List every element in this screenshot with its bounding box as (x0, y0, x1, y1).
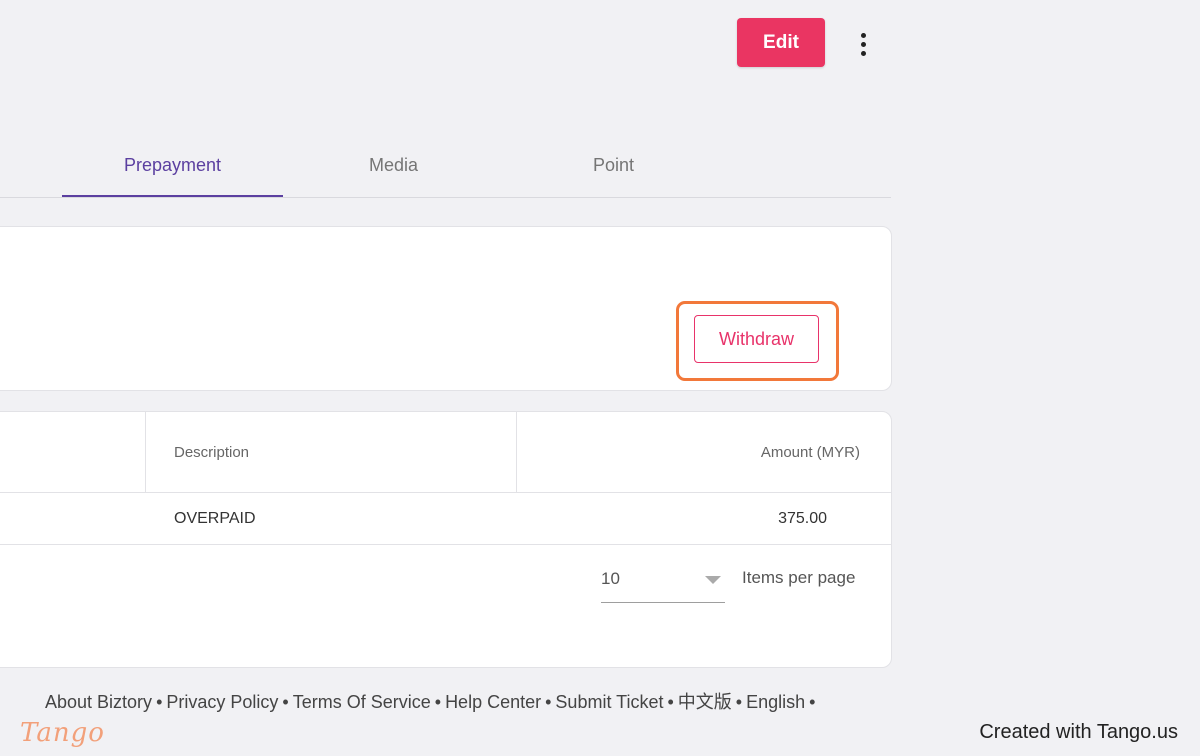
footer-links: About Biztory • Privacy Policy • Terms Of Se… (45, 688, 819, 712)
table-row[interactable]: OVERPAID 375.00 (0, 493, 891, 545)
more-vertical-icon[interactable] (850, 28, 876, 60)
table-header: Description Amount (MYR) (0, 412, 891, 493)
footer-separator: • (434, 692, 442, 712)
tab-bar: Prepayment Media Point (0, 135, 891, 198)
tab-point[interactable]: Point (503, 135, 724, 195)
cell-description: OVERPAID (174, 509, 256, 527)
items-per-page-value: 10 (601, 569, 620, 588)
withdraw-button[interactable]: Withdraw (694, 315, 819, 363)
footer-separator: • (545, 692, 552, 712)
dot (860, 32, 866, 38)
footer-link-ticket[interactable]: Submit Ticket (555, 692, 663, 712)
footer-link-help[interactable]: Help Center (445, 692, 541, 712)
footer-separator: • (156, 692, 163, 712)
tango-credit: Created with Tango.us (979, 721, 1178, 743)
footer-separator: • (809, 692, 816, 712)
column-header-amount[interactable]: Amount (MYR) (761, 412, 860, 492)
tab-prepayment[interactable]: Prepayment (62, 135, 283, 197)
footer-link-chinese[interactable]: 中文版 (678, 692, 732, 712)
dot (860, 50, 866, 56)
transactions-table: Description Amount (MYR) OVERPAID 375.00… (0, 411, 892, 668)
footer-link-terms[interactable]: Terms Of Service (293, 692, 431, 712)
tango-watermark-bar: Tango Created with Tango.us (0, 712, 1200, 756)
footer-separator: • (735, 692, 743, 712)
items-per-page-label: Items per page (742, 568, 856, 587)
tab-media[interactable]: Media (283, 135, 504, 195)
footer-link-privacy[interactable]: Privacy Policy (166, 692, 278, 712)
footer-separator: • (282, 692, 289, 712)
dot (860, 41, 866, 47)
chevron-down-icon (705, 576, 721, 584)
column-header-description[interactable]: Description (174, 412, 249, 492)
footer-link-english[interactable]: English (746, 692, 805, 712)
column-divider (516, 412, 517, 492)
footer-separator: • (667, 692, 674, 712)
cell-amount: 375.00 (778, 509, 827, 527)
items-per-page-select[interactable]: 10 (601, 567, 725, 603)
tango-logo: Tango (20, 718, 105, 748)
page: Edit Prepayment Media Point Withdraw Des… (0, 0, 1200, 712)
column-divider (145, 412, 146, 492)
footer-link-about[interactable]: About Biztory (45, 692, 152, 712)
edit-button[interactable]: Edit (737, 18, 825, 67)
